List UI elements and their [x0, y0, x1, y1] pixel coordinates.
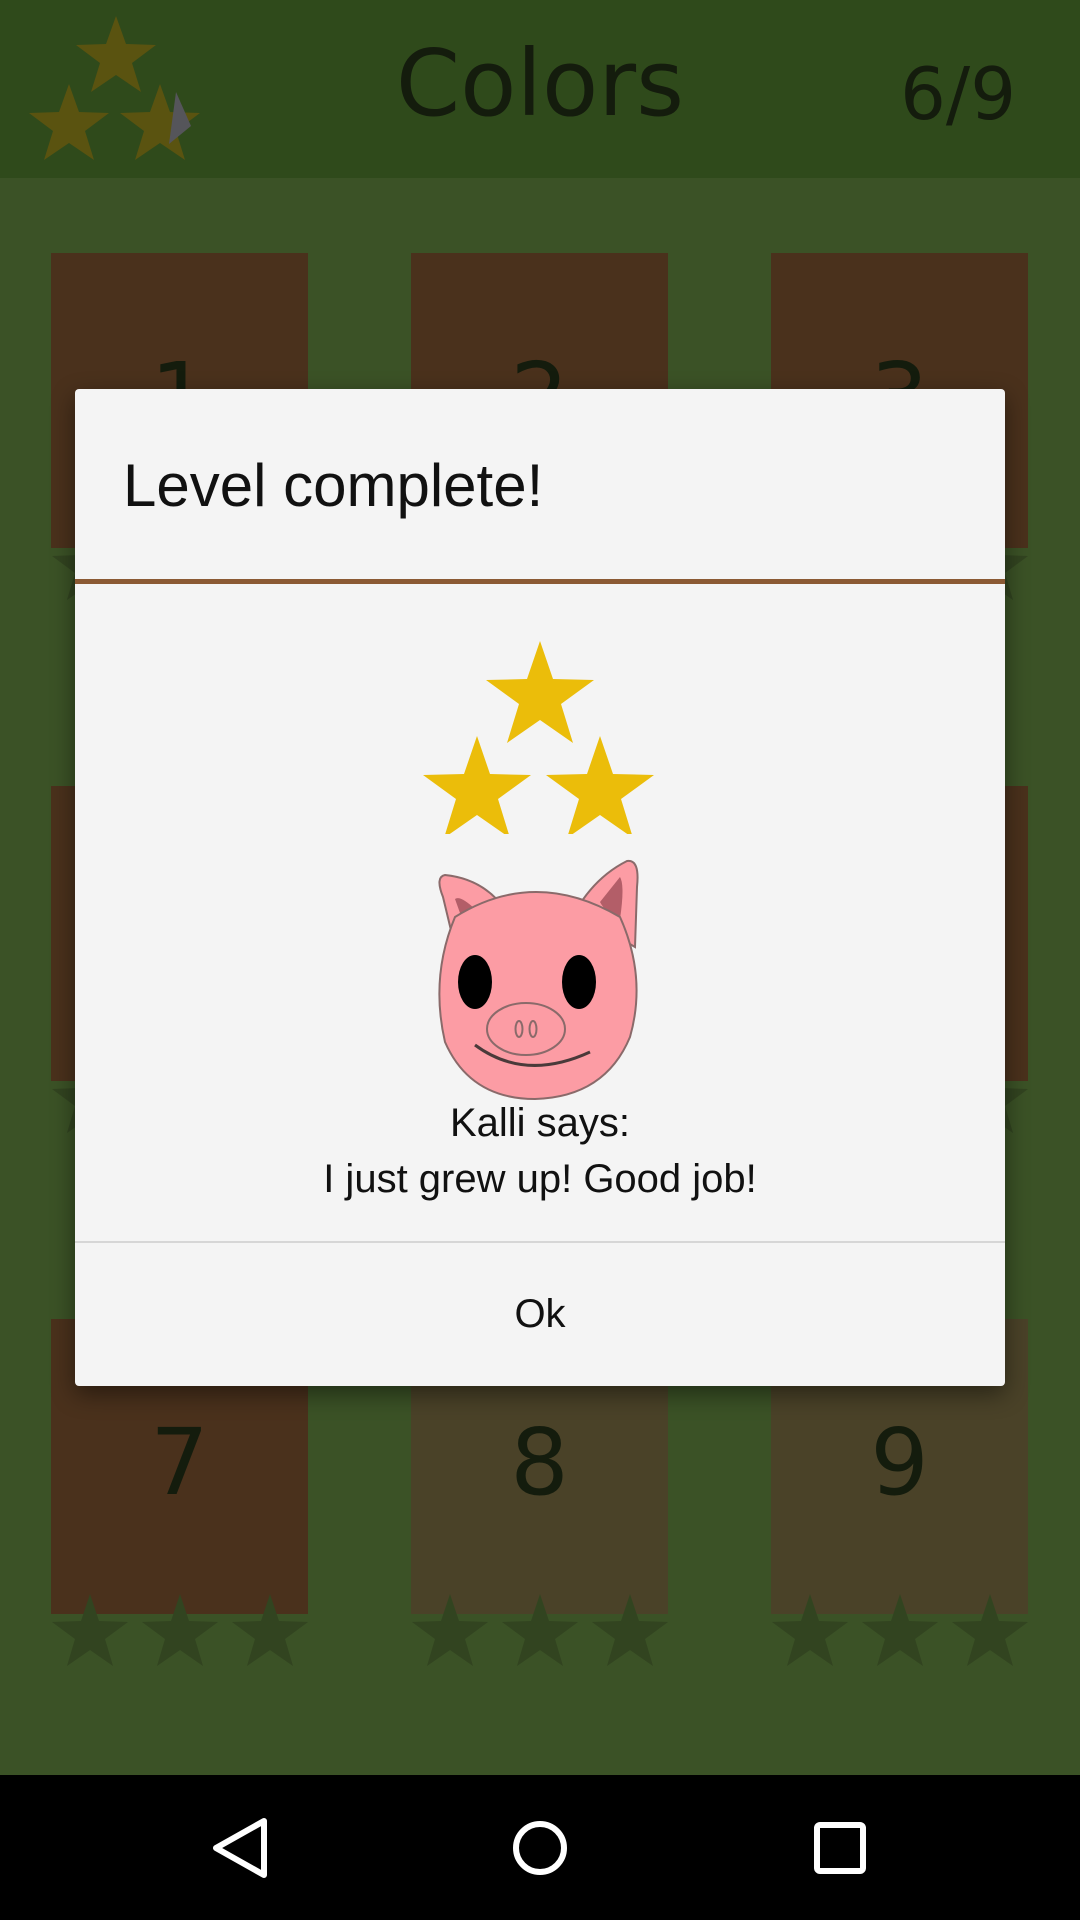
level-number: 8	[510, 1409, 569, 1516]
tile-stars-icon	[772, 1594, 1028, 1666]
level-number: 9	[870, 1409, 929, 1516]
star-icon	[502, 1594, 578, 1666]
speaker-label: Kalli says:	[449, 1101, 631, 1145]
star-icon	[52, 1594, 128, 1666]
star-icon	[772, 1594, 848, 1666]
star-icon	[486, 641, 594, 743]
back-triangle-icon[interactable]	[196, 1803, 286, 1893]
star-icon	[546, 736, 654, 834]
ok-button[interactable]: Ok	[75, 1243, 1005, 1386]
level-number: 7	[150, 1409, 209, 1516]
tile-stars-icon	[412, 1594, 668, 1666]
tile-stars-icon	[52, 1594, 308, 1666]
dialog-title: Level complete!	[123, 452, 544, 519]
progress-counter: 6/9	[900, 52, 1016, 136]
star-icon	[412, 1594, 488, 1666]
title-divider	[75, 579, 1005, 584]
pig-mascot-icon	[438, 859, 639, 1101]
star-icon	[952, 1594, 1028, 1666]
speaker-message: I just grew up! Good job!	[323, 1157, 757, 1201]
star-icon	[423, 736, 531, 834]
system-nav-bar	[0, 1775, 1080, 1920]
level-complete-dialog: Level complete! Kalli says: I just grew …	[75, 389, 1005, 1386]
home-circle-icon[interactable]	[495, 1803, 585, 1893]
header-bar: Colors 6/9	[0, 0, 1080, 178]
level-select-screen: Colors 6/9 123456789 Level complete!	[0, 0, 1080, 1920]
stars-earned-icon	[423, 641, 654, 834]
star-icon	[232, 1594, 308, 1666]
star-icon	[142, 1594, 218, 1666]
star-icon	[862, 1594, 938, 1666]
star-icon	[592, 1594, 668, 1666]
recents-square-icon[interactable]	[795, 1803, 885, 1893]
